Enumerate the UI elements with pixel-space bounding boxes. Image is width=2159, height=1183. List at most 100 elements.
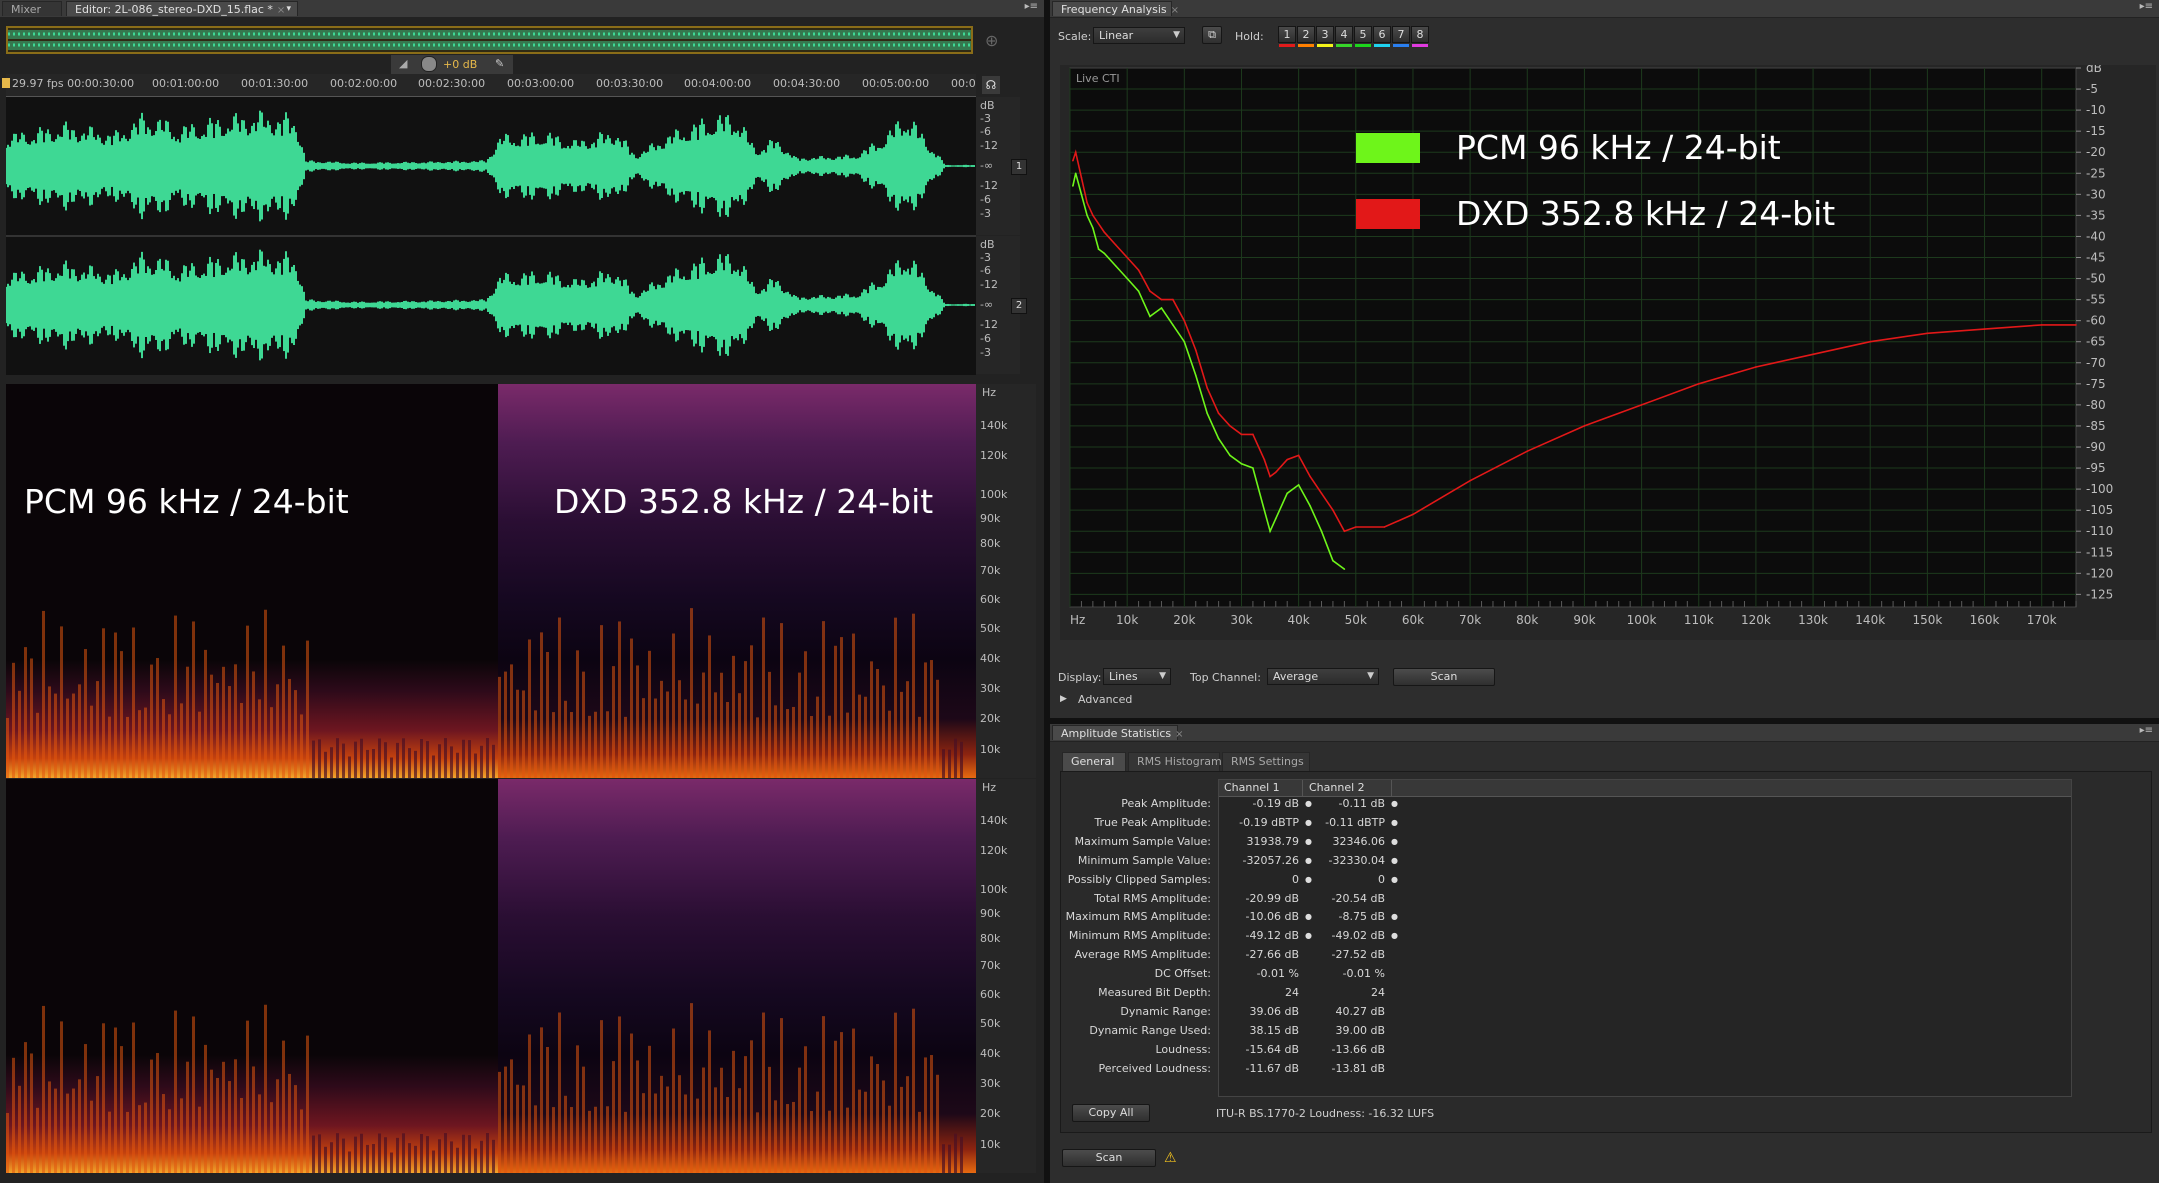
goto-marker-icon[interactable]: ● [1391,875,1398,884]
hold-button-1[interactable]: 1 [1278,26,1296,47]
hold-button-7[interactable]: 7 [1392,26,1410,47]
hold-button-4[interactable]: 4 [1335,26,1353,47]
goto-marker-icon[interactable]: ● [1305,931,1312,940]
goto-marker-icon[interactable]: ● [1391,818,1398,827]
spectrogram-burst [540,1027,543,1173]
chart-point [1080,193,1083,196]
chart-point [1343,568,1346,570]
hold-button-8[interactable]: 8 [1411,26,1429,47]
tab-frequency-analysis[interactable]: Frequency Analysis × [1052,1,1179,16]
ruler-tick: 00:03:30:00 [596,77,664,90]
frequency-graph[interactable]: Hz 10k 20k 30k 40k 50k 60k 70k 80k 90k 100k 110k 120… [1060,65,2156,640]
spectrogram-burst [522,1085,525,1173]
goto-marker-icon[interactable]: ● [1391,799,1398,808]
scale-select[interactable]: Linear ▼ [1093,27,1185,44]
zoom-icon[interactable]: ⊕ [985,31,998,50]
chart-y-tick-label: -105 [2086,503,2113,517]
top-channel-select[interactable]: Average ▼ [1267,668,1379,685]
channel-badge[interactable]: 2 [1011,298,1027,314]
stat-label: Dynamic Range Used: [1089,1023,1211,1037]
waveform-view[interactable] [6,97,976,375]
spectrogram-burst [696,1098,699,1173]
hold-button-label: 3 [1321,28,1329,41]
spectrogram-burst [726,1097,729,1173]
goto-marker-icon[interactable]: ● [1305,799,1312,808]
chevron-down-icon: ▼ [1173,30,1180,40]
spectrogram-ch2[interactable] [6,779,976,1173]
tab-general[interactable]: General [1062,752,1126,771]
chart-point [1286,458,1289,461]
close-icon[interactable]: × [277,5,285,16]
tab-rms-histogram[interactable]: RMS Histogram [1128,752,1222,771]
timeline-ruler[interactable]: 29.97 fps 00:00:30:00 00:01:00:00 00:01:… [2,74,976,97]
goto-marker-icon[interactable]: ● [1391,856,1398,865]
chart-x-tick-label: 20k [1173,613,1195,627]
spectrogram-burst [180,1098,183,1173]
goto-marker-icon[interactable]: ● [1391,837,1398,846]
freq-scan-button[interactable]: Scan [1393,668,1495,686]
hold-button-5[interactable]: 5 [1354,26,1372,47]
spectrogram-burst [924,1057,927,1173]
close-icon[interactable]: × [1175,729,1183,740]
hold-button-6[interactable]: 6 [1373,26,1391,47]
goto-marker-icon[interactable]: ● [1305,875,1312,884]
gain-value[interactable]: +0 dB [443,58,477,71]
goto-marker-icon[interactable]: ● [1391,912,1398,921]
chevron-down-icon[interactable]: ▾ [286,2,291,17]
goto-marker-icon[interactable]: ● [1391,931,1398,940]
panel-menu-icon[interactable]: ▸≡ [2140,725,2153,736]
chart-x-tick-label: 150k [1912,613,1942,627]
amp-scan-button[interactable]: Scan [1062,1149,1156,1167]
channel-badge[interactable]: 1 [1011,159,1027,175]
goto-marker-icon[interactable]: ● [1305,856,1312,865]
chart-point [1149,290,1151,292]
advanced-label[interactable]: Advanced [1078,693,1132,706]
goto-marker-icon[interactable]: ● [1305,837,1312,846]
spectrogram-burst [264,1004,267,1173]
spectrogram-burst [474,753,477,778]
spectrogram-burst [174,1010,177,1173]
chart-x-tick-label: 170k [2027,613,2057,627]
tab-editor[interactable]: Editor: 2L-086_stereo-DXD_15.flac * × ▾ [66,1,298,16]
panel-menu-icon[interactable]: ▸≡ [2140,1,2153,12]
hz-label: 120k [980,449,1008,462]
tab-rms-settings[interactable]: RMS Settings [1222,752,1310,771]
spectrogram-burst [600,625,603,778]
spectrogram-burst [60,1021,63,1173]
copy-all-button[interactable]: Copy All [1072,1104,1150,1122]
goto-marker-icon[interactable]: ● [1305,912,1312,921]
spectrogram-burst [144,1102,147,1173]
panel-menu-icon[interactable]: ▸≡ [1025,1,1038,12]
chart-x-tick-label: 10k [1116,613,1138,627]
hold-button-2[interactable]: 2 [1297,26,1315,47]
close-icon[interactable]: × [1171,5,1179,16]
spectrogram-burst [126,1111,129,1173]
goto-marker-icon[interactable]: ● [1305,818,1312,827]
hz-label: 20k [980,1107,1001,1120]
chart-x-tick-label: 160k [1970,613,2000,627]
overview-strip[interactable] [6,26,973,54]
spectrogram-burst [366,1144,369,1173]
spectrogram-burst [492,1139,495,1173]
chart-point [1137,290,1140,292]
chart-point [1097,248,1100,250]
pin-icon[interactable]: ✎ [495,57,504,70]
playhead-marker-icon[interactable] [2,78,10,88]
copy-graph-icon[interactable]: ⧉ [1202,26,1222,44]
hold-button-label: 8 [1416,28,1424,41]
spectrogram-burst [564,700,567,778]
hold-button-3[interactable]: 3 [1316,26,1334,47]
headphones-icon[interactable]: ☊ [982,76,1000,94]
advanced-disclosure-icon[interactable]: ▶ [1060,694,1067,704]
spectrogram-burst [570,1107,573,1173]
tab-amplitude-statistics[interactable]: Amplitude Statistics × [1052,725,1184,740]
spectrogram-ch1[interactable]: PCM 96 kHz / 24-bit DXD 352.8 kHz / 24-b… [6,384,976,778]
display-select[interactable]: Lines ▼ [1103,668,1171,685]
header-channel-1: Channel 1 [1224,781,1280,794]
chart-point [1080,176,1083,179]
spectrogram-burst [198,711,201,778]
chart-x-tick-label: 140k [1855,613,1885,627]
spectrogram-burst [948,749,951,778]
tab-mixer[interactable]: Mixer [2,1,62,16]
volume-knob[interactable] [421,56,437,72]
